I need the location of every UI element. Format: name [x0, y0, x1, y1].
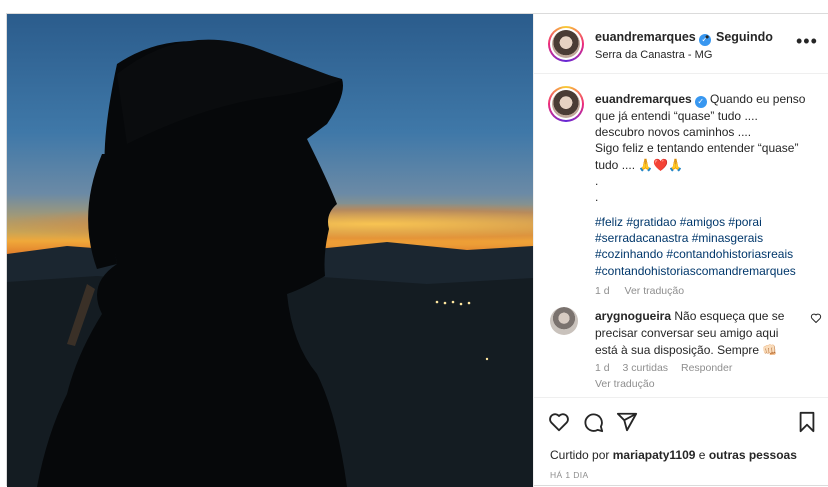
comment-reply-button[interactable]: Responder: [681, 362, 732, 374]
commenter-username[interactable]: arygnogueira: [595, 309, 671, 323]
more-options-icon[interactable]: •••: [796, 32, 818, 50]
silhouette-illustration: [7, 39, 533, 487]
comment-meta: 1 d 3 curtidas Responder: [595, 362, 742, 374]
verified-badge-icon: ✓: [694, 96, 707, 108]
caption-line-4: Sigo feliz e tentando entender “quase”: [595, 141, 799, 156]
liked-by-others-link[interactable]: outras pessoas: [709, 448, 797, 462]
caption-username[interactable]: euandremarques: [595, 92, 692, 106]
post-header: euandremarques ✓ • Seguindo Serra da Cana…: [534, 14, 828, 74]
comment-likes-count[interactable]: 3 curtidas: [623, 362, 669, 374]
caption-avatar[interactable]: [548, 86, 584, 122]
hashtag-line[interactable]: #feliz #gratidao #amigos #porai: [595, 214, 815, 230]
commenter-avatar[interactable]: [550, 307, 578, 335]
hashtag-line[interactable]: #serradacanastra #minasgerais: [595, 230, 815, 246]
caption-line-2: que já entendi “quase” tudo ....: [595, 109, 758, 123]
liked-by-prefix: Curtido por: [550, 448, 610, 462]
caption-line-7: .: [595, 190, 599, 205]
share-icon[interactable]: [616, 411, 638, 433]
caption-line-3: descubro novos caminhos ....: [595, 125, 752, 140]
author-avatar[interactable]: [548, 26, 584, 62]
post-photo[interactable]: [7, 14, 533, 487]
post-sidebar: euandremarques ✓ • Seguindo Serra da Cana…: [533, 14, 828, 487]
liked-by-joiner: e: [698, 448, 706, 462]
save-bookmark-icon[interactable]: [796, 411, 818, 433]
caption-line-1: Quando eu penso: [710, 92, 806, 106]
liked-by-summary: Curtido por mariapaty1109 e outras pesso…: [550, 448, 797, 462]
comment-translate-link[interactable]: Ver tradução: [595, 378, 655, 390]
hashtag-line[interactable]: #cozinhando #contandohistoriasreais: [595, 246, 815, 262]
post-actions: Curtido por mariapaty1109 e outras pesso…: [534, 397, 828, 487]
caption-line-6: .: [595, 173, 599, 188]
like-heart-icon[interactable]: [548, 411, 570, 433]
liked-by-user-link[interactable]: mariapaty1109: [613, 448, 696, 462]
caption-text: euandremarques ✓ Quando eu penso que já e…: [595, 91, 815, 205]
separator-dot: •: [705, 30, 710, 44]
instagram-post: euandremarques ✓ • Seguindo Serra da Cana…: [6, 13, 828, 487]
caption-line-5: tudo .... 🙏❤️🙏: [595, 157, 684, 172]
comment-icon[interactable]: [582, 411, 604, 433]
author-username[interactable]: euandremarques ✓: [595, 30, 711, 46]
caption-translate-link[interactable]: Ver tradução: [625, 285, 685, 297]
hashtag-line[interactable]: #contandohistoriascomandremarques: [595, 263, 815, 279]
comment-time[interactable]: 1 d: [595, 362, 610, 374]
caption-time[interactable]: 1 d: [595, 285, 610, 297]
caption-meta: 1 d Ver tradução: [595, 285, 696, 297]
post-time-ago[interactable]: HÁ 1 DIA: [550, 470, 589, 480]
hashtag-list: #feliz #gratidao #amigos #porai #serrada…: [595, 214, 815, 279]
following-button[interactable]: Seguindo: [716, 30, 773, 44]
post-location[interactable]: Serra da Canastra - MG: [595, 49, 712, 61]
comment-like-heart-icon[interactable]: [810, 312, 822, 324]
comment-text: arygnogueira Não esqueça que se precisar…: [595, 308, 800, 358]
